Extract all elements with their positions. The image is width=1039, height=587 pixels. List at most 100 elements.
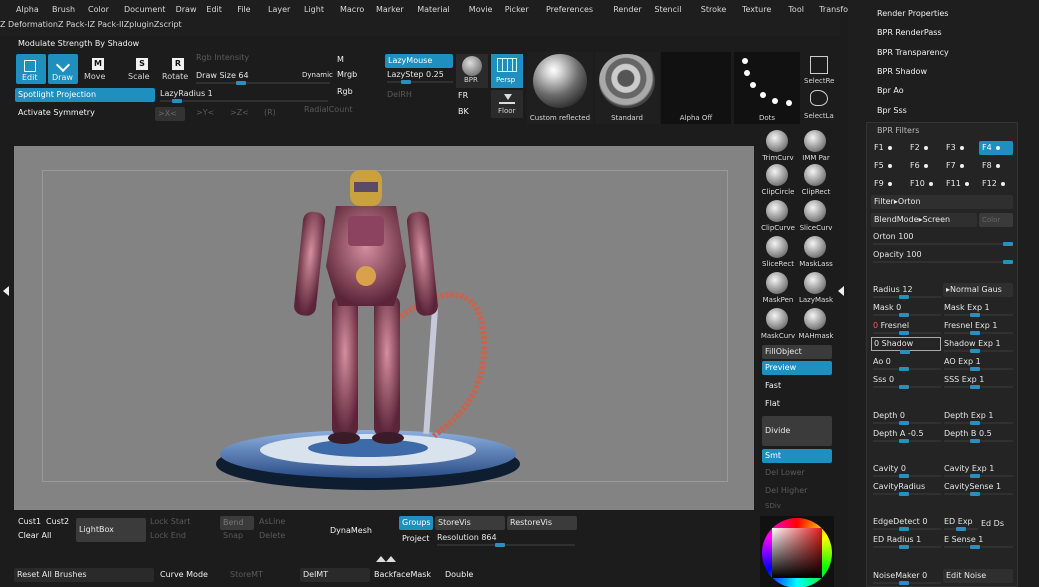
- left-tray-arrow-icon[interactable]: [3, 286, 9, 296]
- orton-slider[interactable]: Orton 100: [873, 231, 1013, 246]
- double-button[interactable]: Double: [445, 569, 473, 581]
- lazymask-icon[interactable]: [804, 272, 826, 294]
- filter-color-swatch[interactable]: Color: [979, 213, 1013, 227]
- cavity-slider[interactable]: Cavity 0: [873, 463, 941, 478]
- menu-item[interactable]: File: [237, 4, 250, 16]
- depth-slider[interactable]: Depth 0: [873, 410, 941, 425]
- filter-slot[interactable]: F10: [907, 177, 941, 191]
- divide-button[interactable]: Divide: [762, 416, 832, 446]
- menu-item[interactable]: Preferences: [546, 4, 593, 16]
- filter-slot[interactable]: F11: [943, 177, 977, 191]
- menu-item[interactable]: Tool: [788, 4, 804, 16]
- bpr-shadow-item[interactable]: BPR Shadow: [877, 66, 927, 78]
- delmt-button[interactable]: DelMT: [300, 568, 370, 582]
- ed-ds-slider[interactable]: Ed Ds: [981, 518, 1013, 529]
- filter-slot[interactable]: F9: [871, 177, 905, 191]
- rotate-icon[interactable]: R: [172, 58, 184, 70]
- mask-exp-slider[interactable]: Mask Exp 1: [944, 302, 1013, 317]
- fast-button[interactable]: Fast: [765, 380, 781, 392]
- maskcurve-icon[interactable]: [766, 308, 788, 330]
- mahmask-icon[interactable]: [804, 308, 826, 330]
- menu-item[interactable]: Marker: [376, 4, 404, 16]
- menu-item[interactable]: Edit: [206, 4, 222, 16]
- symmetry-y-button[interactable]: >Y<: [196, 107, 214, 119]
- ao-slider[interactable]: Ao 0: [873, 356, 941, 371]
- e-sense-slider[interactable]: E Sense 1: [944, 534, 1013, 549]
- ao-exp-slider[interactable]: AO Exp 1: [944, 356, 1013, 371]
- edgedetect-slider[interactable]: EdgeDetect 0: [873, 516, 941, 531]
- bpr-transparency-item[interactable]: BPR Transparency: [877, 47, 949, 59]
- preview-button[interactable]: Preview: [762, 361, 832, 375]
- dynamesh-button[interactable]: DynaMesh: [330, 525, 372, 537]
- cavity-radius-slider[interactable]: CavityRadius: [873, 481, 941, 496]
- stroke-dots-slot[interactable]: Dots: [734, 52, 800, 124]
- move-icon[interactable]: M: [92, 58, 104, 70]
- rgb-toggle[interactable]: Rgb: [337, 86, 353, 98]
- clear-all-button[interactable]: Clear All: [18, 530, 51, 542]
- filter-slot[interactable]: F2: [907, 141, 941, 155]
- depth-b-slider[interactable]: Depth B 0.5: [944, 428, 1013, 443]
- persp-button[interactable]: Persp: [491, 54, 523, 88]
- fresnel-slider[interactable]: 0 Fresnel: [873, 320, 941, 335]
- fresnel-exp-slider[interactable]: Fresnel Exp 1: [944, 320, 1013, 335]
- trimcurve-icon[interactable]: [766, 130, 788, 152]
- shadow-slider[interactable]: 0 Shadow: [871, 337, 941, 354]
- filter-slot[interactable]: F6: [907, 159, 941, 173]
- right-tray-arrow-icon[interactable]: [838, 286, 844, 296]
- del-higher-button[interactable]: Del Higher: [765, 485, 807, 497]
- menu-item[interactable]: Draw: [176, 4, 197, 16]
- filter-slot[interactable]: F4: [979, 141, 1013, 155]
- lock-end-button[interactable]: Lock End: [150, 530, 186, 542]
- resolution-slider[interactable]: Resolution 864: [437, 532, 575, 547]
- menu-item[interactable]: Layer: [268, 4, 290, 16]
- sss-exp-slider[interactable]: SSS Exp 1: [944, 374, 1013, 389]
- menu-item[interactable]: Stencil: [654, 4, 681, 16]
- mask-slider[interactable]: Mask 0: [873, 302, 941, 317]
- tray-up-arrow-icon[interactable]: [386, 556, 396, 562]
- blendmode-dropdown[interactable]: BlendMode▸Screen: [871, 213, 977, 227]
- lock-start-button[interactable]: Lock Start: [150, 516, 190, 528]
- select-rect-icon[interactable]: [810, 56, 828, 74]
- cavity-sense-slider[interactable]: CavitySense 1: [944, 481, 1013, 496]
- activate-symmetry-button[interactable]: Activate Symmetry: [18, 107, 95, 119]
- bpr-button[interactable]: BPR: [456, 54, 488, 88]
- reset-all-brushes-button[interactable]: Reset All Brushes: [14, 568, 154, 582]
- bk-button[interactable]: BK: [458, 106, 469, 118]
- mrgb-toggle[interactable]: Mrgb: [337, 69, 357, 81]
- menu-item[interactable]: Render: [613, 4, 641, 16]
- backfacemask-button[interactable]: BackfaceMask: [374, 569, 431, 581]
- sss-slider[interactable]: Sss 0: [873, 374, 941, 389]
- cust1-button[interactable]: Cust1: [18, 516, 41, 528]
- menu-item[interactable]: Color: [88, 4, 109, 16]
- project-button[interactable]: Project: [402, 533, 429, 545]
- render-properties-item[interactable]: Render Properties: [877, 8, 948, 20]
- del-lower-button[interactable]: Del Lower: [765, 467, 805, 479]
- cavity-exp-slider[interactable]: Cavity Exp 1: [944, 463, 1013, 478]
- filter-slot[interactable]: F1: [871, 141, 905, 155]
- delete-button[interactable]: Delete: [259, 530, 285, 542]
- shadow-exp-slider[interactable]: Shadow Exp 1: [944, 338, 1013, 353]
- symmetry-r-button[interactable]: (R): [264, 107, 276, 119]
- filter-slot[interactable]: F5: [871, 159, 905, 173]
- menu-item[interactable]: Light: [304, 4, 324, 16]
- radialcount-slider[interactable]: RadialCount: [304, 104, 352, 116]
- asline-button[interactable]: AsLine: [259, 516, 285, 528]
- immparts-icon[interactable]: [804, 130, 826, 152]
- lazyradius-slider[interactable]: LazyRadius 1: [160, 88, 328, 103]
- plugin-menu-item[interactable]: Zplugin: [124, 20, 154, 29]
- maskpen-icon[interactable]: [766, 272, 788, 294]
- material-standard[interactable]: Standard: [595, 52, 659, 124]
- plugin-menu-item[interactable]: Z Pack-II: [90, 20, 124, 29]
- rgb-intensity-slider[interactable]: Rgb Intensity: [196, 52, 249, 64]
- menu-item[interactable]: Picker: [505, 4, 529, 16]
- curve-mode-button[interactable]: Curve Mode: [160, 569, 208, 581]
- lazymouse-button[interactable]: LazyMouse: [385, 54, 453, 68]
- ed-radius-slider[interactable]: ED Radius 1: [873, 534, 941, 549]
- spotlight-projection-button[interactable]: Spotlight Projection: [15, 88, 155, 102]
- m-toggle[interactable]: M: [337, 54, 344, 66]
- scale-icon[interactable]: S: [136, 58, 148, 70]
- edit-noise-button[interactable]: Edit Noise: [943, 569, 1013, 583]
- sdiv-slider[interactable]: SDiv: [765, 500, 781, 512]
- alpha-off-slot[interactable]: Alpha Off: [661, 52, 731, 124]
- clipcircle-icon[interactable]: [766, 164, 788, 186]
